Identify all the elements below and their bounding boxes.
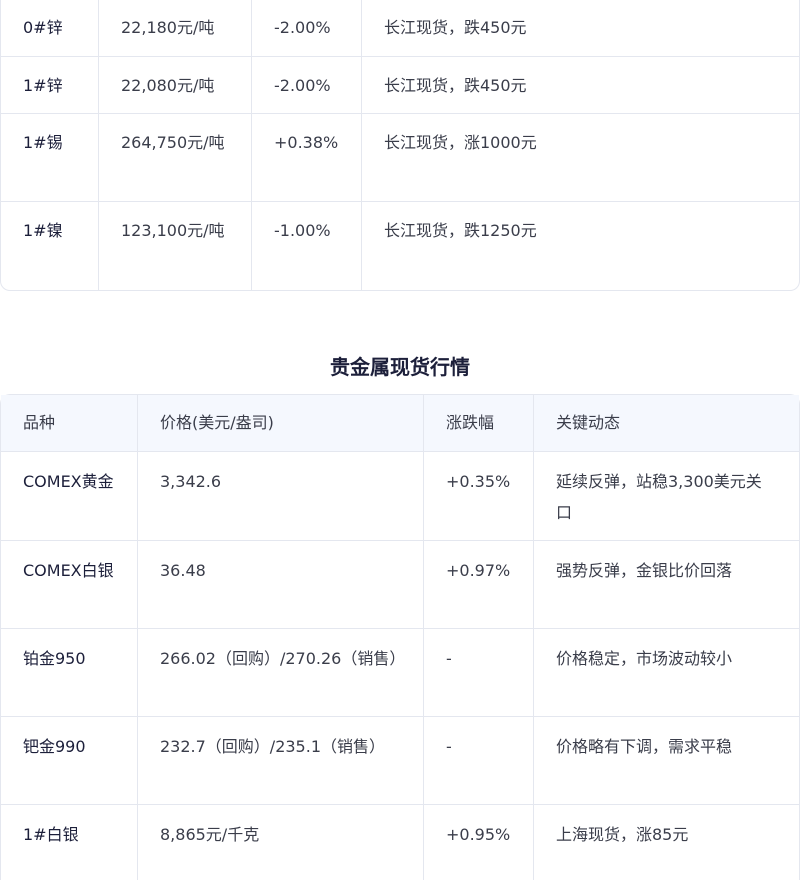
metal-name: 1#锡 [1, 114, 99, 202]
metal-price: 3,342.6 [138, 452, 424, 541]
metal-name: 1#镍 [1, 202, 99, 290]
metal-change: -2.00% [252, 0, 362, 57]
metal-name: COMEX黄金 [1, 452, 138, 541]
column-header-price: 价格(美元/盎司) [138, 395, 424, 452]
table-row: 1#锌 22,080元/吨 -2.00% 长江现货，跌450元 [1, 57, 799, 114]
page: 0#锌 22,180元/吨 -2.00% 长江现货，跌450元 1#锌 22,0… [0, 0, 800, 880]
precious-metals-table: 品种 价格(美元/盎司) 涨跌幅 关键动态 COMEX黄金 3,342.6 +0… [0, 394, 800, 880]
metal-change: - [424, 629, 534, 717]
metal-price: 36.48 [138, 541, 424, 629]
metal-note: 长江现货，涨1000元 [362, 114, 799, 202]
metal-note: 强势反弹，金银比价回落 [534, 541, 799, 629]
table-row: 钯金990 232.7（回购）/235.1（销售） - 价格略有下调，需求平稳 [1, 717, 799, 805]
metal-name: 钯金990 [1, 717, 138, 805]
metal-price: 266.02（回购）/270.26（销售） [138, 629, 424, 717]
metal-name: COMEX白银 [1, 541, 138, 629]
metal-change: +0.35% [424, 452, 534, 541]
table-row: 1#锡 264,750元/吨 +0.38% 长江现货，涨1000元 [1, 114, 799, 202]
metal-name: 0#锌 [1, 0, 99, 57]
metal-name: 铂金950 [1, 629, 138, 717]
metal-change: +0.95% [424, 805, 534, 880]
metal-name: 1#白银 [1, 805, 138, 880]
table-row: 1#镍 123,100元/吨 -1.00% 长江现货，跌1250元 [1, 202, 799, 290]
metal-note: 长江现货，跌1250元 [384, 221, 537, 240]
table-header-row: 品种 价格(美元/盎司) 涨跌幅 关键动态 [1, 395, 799, 452]
metal-price: 123,100元/吨 [99, 202, 252, 290]
metal-change: -2.00% [252, 57, 362, 114]
table-row: 1#白银 8,865元/千克 +0.95% 上海现货，涨85元 [1, 805, 799, 880]
metal-note: 长江现货，跌450元 [362, 0, 799, 57]
metal-note: 价格稳定，市场波动较小 [534, 629, 799, 717]
metal-note: 上海现货，涨85元 [556, 825, 689, 844]
table-row: 0#锌 22,180元/吨 -2.00% 长江现货，跌450元 [1, 0, 799, 57]
metal-change: - [424, 717, 534, 805]
metal-price: 264,750元/吨 [99, 114, 252, 202]
metal-change: +0.38% [252, 114, 362, 202]
column-header-name: 品种 [1, 395, 138, 452]
metal-price: 22,080元/吨 [99, 57, 252, 114]
metal-change: +0.97% [424, 541, 534, 629]
column-header-note: 关键动态 [534, 395, 799, 452]
section-title: 贵金属现货行情 [330, 355, 470, 379]
metal-price: 232.7（回购）/235.1（销售） [138, 717, 424, 805]
column-header-change: 涨跌幅 [424, 395, 534, 452]
metal-change: -1.00% [252, 202, 362, 290]
metal-note: 长江现货，跌450元 [362, 57, 799, 114]
table-row: COMEX白银 36.48 +0.97% 强势反弹，金银比价回落 [1, 541, 799, 629]
base-metals-table: 0#锌 22,180元/吨 -2.00% 长江现货，跌450元 1#锌 22,0… [0, 0, 800, 291]
metal-note: 延续反弹，站稳3,300美元关口 [534, 452, 799, 541]
metal-price: 8,865元/千克 [138, 805, 424, 880]
metal-note: 价格略有下调，需求平稳 [534, 717, 799, 805]
table-row: 铂金950 266.02（回购）/270.26（销售） - 价格稳定，市场波动较… [1, 629, 799, 717]
table-row: COMEX黄金 3,342.6 +0.35% 延续反弹，站稳3,300美元关口 [1, 452, 799, 541]
metal-price: 22,180元/吨 [99, 0, 252, 57]
metal-name: 1#锌 [1, 57, 99, 114]
